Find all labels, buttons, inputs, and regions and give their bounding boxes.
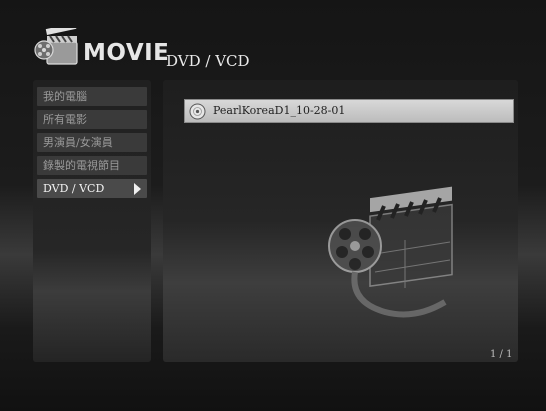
- sidebar-item-recorded-tv[interactable]: 錄製的電視節目: [37, 156, 147, 175]
- file-list-item[interactable]: PearlKoreaD1_10-28-01: [184, 99, 514, 123]
- film-reel-clapperboard-art: [328, 186, 453, 318]
- file-name: PearlKoreaD1_10-28-01: [213, 104, 346, 117]
- sidebar-item-label: 我的電腦: [43, 90, 87, 103]
- sidebar-item-actors[interactable]: 男演員/女演員: [37, 133, 147, 152]
- sidebar-item-all-movies[interactable]: 所有電影: [37, 110, 147, 129]
- arrow-right-icon: [134, 183, 141, 195]
- disc-icon: [189, 103, 206, 120]
- sidebar-item-label: 錄製的電視節目: [43, 159, 120, 172]
- sidebar-item-label: DVD / VCD: [43, 182, 105, 195]
- clapperboard-logo-icon: [34, 28, 78, 65]
- sidebar: 我的電腦 所有電影 男演員/女演員 錄製的電視節目 DVD / VCD: [33, 80, 151, 362]
- app-title: MOVIE: [83, 40, 170, 66]
- sidebar-item-label: 男演員/女演員: [43, 136, 113, 149]
- media-center-screen: MOVIE DVD / VCD 我的電腦 所有電影 男演員/女演員 錄製的電視節…: [0, 0, 546, 411]
- section-title: DVD / VCD: [166, 52, 250, 70]
- sidebar-item-dvd-vcd[interactable]: DVD / VCD: [37, 179, 147, 198]
- page-indicator: 1 / 1: [490, 349, 513, 360]
- sidebar-item-my-computer[interactable]: 我的電腦: [37, 87, 147, 106]
- sidebar-item-label: 所有電影: [43, 113, 87, 126]
